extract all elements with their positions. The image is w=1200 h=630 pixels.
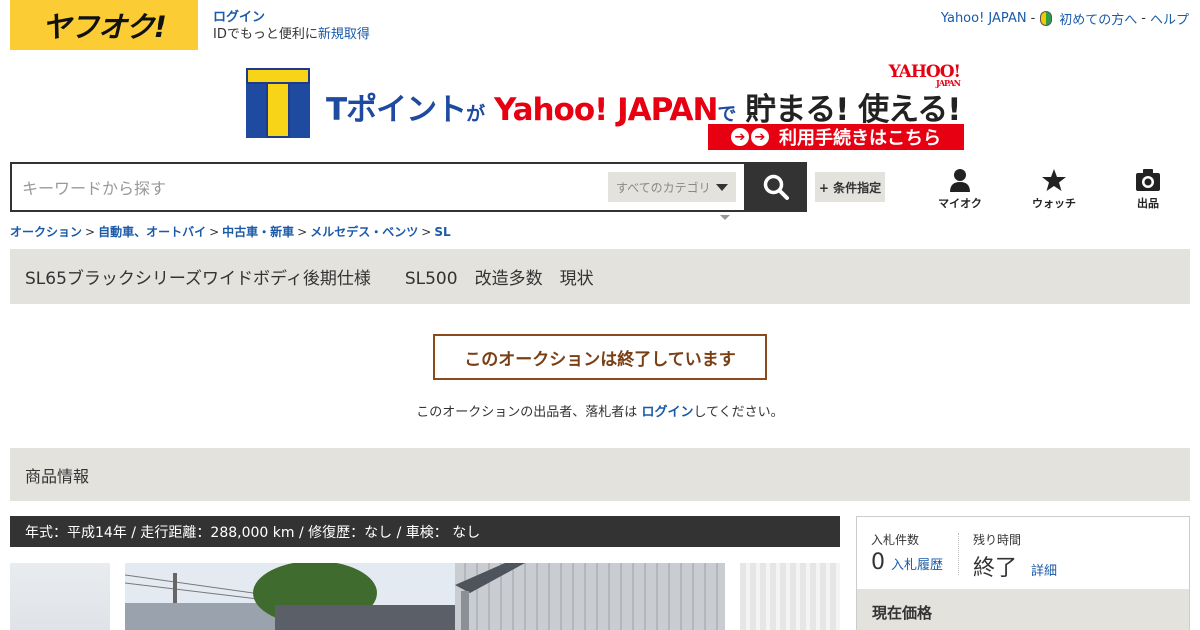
breadcrumb: オークション > 自動車、オートバイ > 中古車・新車 > メルセデス・ベンツ > SL <box>10 225 451 239</box>
search-icon <box>763 174 789 200</box>
sell-nav[interactable]: 出品 <box>1113 168 1183 211</box>
top-links: Yahoo! JAPAN - 初めての方へ - ヘルプ <box>941 9 1189 28</box>
item-title: SL65ブラックシリーズワイドボディ後期仕様 SL500 改造多数 現状 <box>25 269 594 289</box>
star-icon <box>1042 169 1066 191</box>
separator: - <box>1141 11 1146 26</box>
watch-nav[interactable]: ウォッチ <box>1019 168 1089 211</box>
dropdown-caret-icon <box>720 215 730 220</box>
remaining-time-value: 終了 <box>973 556 1018 581</box>
breadcrumb-item[interactable]: オークション <box>10 225 82 239</box>
note-login-link[interactable]: ログイン <box>641 405 693 420</box>
user-icon <box>950 169 970 192</box>
product-info-header: 商品情報 <box>10 448 1190 501</box>
bid-count-label: 入札件数 <box>871 533 920 547</box>
myauction-label: マイオク <box>938 197 982 210</box>
help-link[interactable]: ヘルプ <box>1150 9 1189 28</box>
chevron-down-icon <box>716 184 728 191</box>
ended-login-note: このオークションの出品者、落札者は ログインしてください。 <box>416 405 784 420</box>
yahoo-japan-mini-logo: YAHOO! JAPAN <box>888 62 961 88</box>
search-input[interactable] <box>22 176 602 200</box>
bid-history-link[interactable]: 入札履歴 <box>891 554 943 573</box>
main-photo[interactable] <box>125 563 725 630</box>
login-link[interactable]: ログイン <box>213 10 265 25</box>
myauction-nav[interactable]: マイオク <box>925 168 995 211</box>
bid-count-value: 0 <box>871 550 885 575</box>
first-time-link[interactable]: 初めての方へ <box>1059 9 1137 28</box>
auction-ended-notice: このオークションは終了しています <box>433 334 767 380</box>
detail-link[interactable]: 詳細 <box>1031 560 1057 579</box>
current-price-label: 現在価格 <box>857 589 1189 630</box>
photo-thumbnail[interactable] <box>10 563 110 630</box>
logo-text: ヤフオク! <box>42 10 167 44</box>
banner-cta-label: 利用手続きはこちら <box>779 128 941 149</box>
remaining-time-section: 残り時間 終了 詳細 <box>973 531 1057 582</box>
bid-panel: 入札件数 0 入札履歴 残り時間 終了 詳細 現在価格 <box>856 516 1190 630</box>
tpoint-logo-icon <box>246 68 310 138</box>
breadcrumb-item[interactable]: メルセデス・ベンツ <box>310 225 418 239</box>
watch-label: ウォッチ <box>1032 197 1076 210</box>
photo-thumbnail[interactable] <box>740 563 840 630</box>
sell-label: 出品 <box>1137 197 1159 210</box>
remaining-time-label: 残り時間 <box>973 533 1022 547</box>
camera-icon <box>1136 169 1160 191</box>
tpoint-banner[interactable]: Tポイントが Yahoo! JAPANで 貯まる! 使える! YAHOO! JAP… <box>244 60 966 152</box>
login-area: ログイン IDでもっと便利に新規取得 <box>213 9 370 43</box>
breadcrumb-item[interactable]: 中古車・新車 <box>222 225 294 239</box>
register-link[interactable]: 新規取得 <box>318 27 370 42</box>
arrow-icons: ➔ ➔ <box>731 128 769 146</box>
category-label: すべてのカテゴリ <box>616 180 711 195</box>
divider <box>958 533 959 575</box>
conditions-button[interactable]: + 条件指定 <box>815 172 885 202</box>
bid-count-section: 入札件数 0 入札履歴 <box>871 531 943 575</box>
yahoo-japan-link[interactable]: Yahoo! JAPAN <box>941 11 1027 26</box>
breadcrumb-item[interactable]: 自動車、オートバイ <box>98 225 206 239</box>
breadcrumb-item[interactable]: SL <box>434 225 450 239</box>
category-select[interactable]: すべてのカテゴリ <box>608 172 736 202</box>
banner-headline: Tポイントが Yahoo! JAPANで 貯まる! 使える! <box>326 92 961 128</box>
search-button[interactable] <box>745 162 807 212</box>
yafuoku-logo[interactable]: ヤフオク! <box>10 0 198 50</box>
search-box: すべてのカテゴリ <box>10 162 746 212</box>
id-prefix-text: IDでもっと便利に <box>213 27 318 42</box>
beginner-mark-icon <box>1039 11 1053 26</box>
item-title-bar: SL65ブラックシリーズワイドボディ後期仕様 SL500 改造多数 現状 <box>10 249 1190 304</box>
banner-cta-strip[interactable]: ➔ ➔ 利用手続きはこちら <box>708 124 964 150</box>
spec-summary: 年式：平成14年 / 走行距離：288,000 km / 修復歴：なし / 車検… <box>10 516 840 547</box>
separator: - <box>1030 11 1036 26</box>
